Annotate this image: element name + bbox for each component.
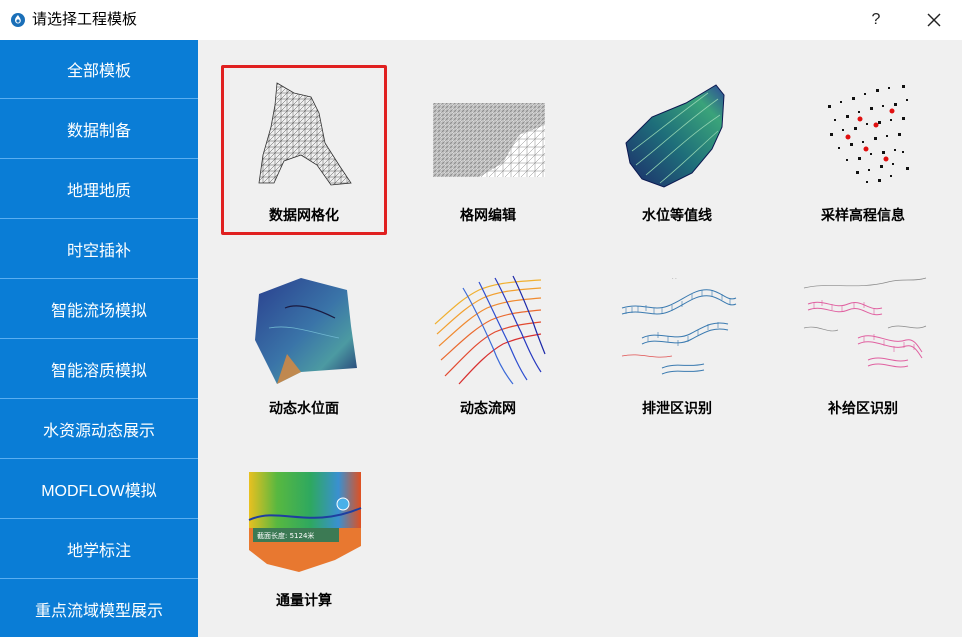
template-card-flux-calc[interactable]: 截面长度: 5124米 通量计算: [221, 450, 387, 620]
template-card-recharge-zone[interactable]: 补给区识别: [780, 258, 946, 428]
section-length-label: 截面长度: 5124米: [257, 531, 314, 540]
flux-calc-icon: 截面长度: 5124米: [248, 472, 362, 572]
sidebar-item-label: 时空插补: [66, 243, 131, 260]
sidebar: 全部模板 数据制备 地理地质 时空插补 智能流场模拟 智能溶质模拟 水资源动态展…: [0, 40, 198, 637]
dynamic-water-surface-icon: [255, 278, 357, 384]
template-label: 数据网格化: [269, 207, 339, 223]
sidebar-item-water-resources[interactable]: 水资源动态展示: [0, 400, 198, 459]
sampling-points-icon: [828, 85, 909, 183]
template-card-grid-edit[interactable]: 格网编辑: [405, 65, 571, 235]
sidebar-item-all-templates[interactable]: 全部模板: [0, 40, 198, 99]
grid-edit-icon: [433, 103, 545, 177]
sidebar-item-label: 水资源动态展示: [42, 423, 155, 440]
title-bar: 请选择工程模板 ?: [0, 0, 962, 40]
flow-net-icon: [434, 275, 546, 385]
sidebar-item-label: 智能溶质模拟: [50, 363, 147, 380]
template-card-sampling-elevation[interactable]: 采样高程信息: [780, 65, 946, 235]
template-card-data-gridding[interactable]: 数据网格化: [221, 65, 387, 235]
app-logo-icon: [11, 13, 25, 27]
sidebar-item-modflow[interactable]: MODFLOW模拟: [0, 460, 198, 519]
close-icon[interactable]: [920, 8, 948, 32]
template-gallery: 数据网格化 格网编辑 水位等值线 采样高程信息 动态水位面 动态流网 · · 排…: [198, 40, 962, 637]
template-card-water-contour[interactable]: 水位等值线: [594, 65, 760, 235]
sidebar-item-spatiotemporal-interp[interactable]: 时空插补: [0, 220, 198, 279]
sidebar-item-label: 数据制备: [66, 123, 131, 140]
window-title: 请选择工程模板: [32, 11, 138, 28]
sidebar-item-geo-annotation[interactable]: 地学标注: [0, 520, 198, 579]
template-card-dynamic-water-surface[interactable]: 动态水位面: [221, 258, 387, 428]
help-button[interactable]: ?: [864, 8, 888, 32]
template-label: 水位等值线: [642, 207, 712, 223]
recharge-zone-icon: [803, 277, 927, 368]
sidebar-item-solute-sim[interactable]: 智能溶质模拟: [0, 340, 198, 399]
template-label: 通量计算: [276, 592, 332, 608]
template-label: 补给区识别: [828, 400, 898, 416]
sidebar-item-label: 地理地质: [66, 183, 131, 200]
sidebar-item-basin-models[interactable]: 重点流域模型展示: [0, 580, 198, 637]
template-label: 采样高程信息: [821, 207, 905, 223]
template-card-dynamic-flow-net[interactable]: 动态流网: [405, 258, 571, 428]
sidebar-item-label: 智能流场模拟: [50, 303, 147, 320]
sidebar-item-label: MODFLOW模拟: [41, 483, 157, 500]
sidebar-item-flow-field-sim[interactable]: 智能流场模拟: [0, 280, 198, 339]
sidebar-item-geography-geology[interactable]: 地理地质: [0, 160, 198, 219]
sidebar-item-label: 地学标注: [66, 543, 131, 560]
water-level-contour-icon: [625, 84, 725, 188]
template-label: 动态流网: [460, 400, 516, 416]
sidebar-item-label: 全部模板: [66, 63, 131, 80]
template-card-discharge-zone[interactable]: · · 排泄区识别: [594, 258, 760, 428]
template-label: 格网编辑: [460, 207, 516, 223]
discharge-zone-icon: · ·: [621, 276, 737, 375]
sidebar-item-label: 重点流域模型展示: [34, 602, 163, 620]
template-label: 排泄区识别: [642, 400, 712, 416]
template-label: 动态水位面: [269, 400, 339, 416]
mesh-triangulation-icon: [258, 82, 352, 186]
sidebar-item-data-prep[interactable]: 数据制备: [0, 100, 198, 159]
svg-text:· ·: · ·: [672, 276, 677, 282]
